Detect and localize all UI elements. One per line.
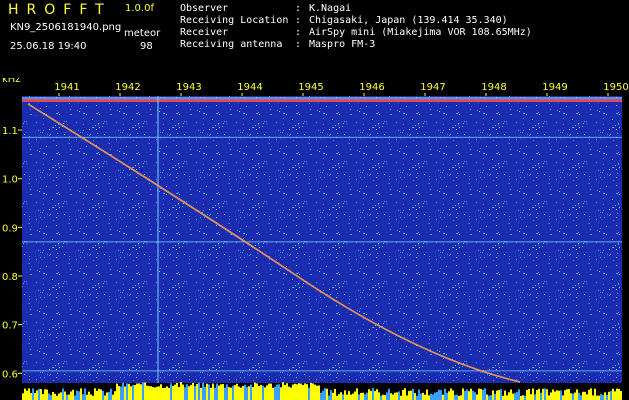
x-tick-label: 1947	[420, 82, 445, 93]
app-version: 1.0.0f	[125, 3, 154, 14]
x-tick-label: 1946	[359, 82, 384, 93]
x-tick-label: 1949	[542, 82, 567, 93]
info-value: Chigasaki, Japan (139.414 35.340)	[309, 15, 508, 26]
file-name: KN9_2506181940.png	[10, 22, 122, 33]
y-tick-label: 1.1	[2, 126, 18, 137]
info-label: Receiving antenna	[180, 39, 283, 50]
x-tick-label: 1943	[176, 82, 201, 93]
info-separator: :	[295, 27, 302, 38]
timestamp: 25.06.18 19:40	[10, 41, 87, 52]
x-tick-label: 1945	[298, 82, 323, 93]
info-row-observer: Observer : K.Nagai	[180, 3, 532, 15]
info-separator: :	[295, 3, 302, 14]
app-title: HROFFT	[8, 2, 112, 18]
header-panel: HROFFT 1.0.0f KN9_2506181940.png meteor …	[0, 0, 629, 78]
y-tick-label: 0.9	[2, 223, 18, 234]
info-label: Receiver	[180, 27, 229, 38]
info-label: Observer	[180, 3, 229, 14]
x-tick-label: 1948	[481, 82, 506, 93]
x-tick-label: 1944	[237, 82, 262, 93]
info-row-location: Receiving Location : Chigasaki, Japan (1…	[180, 15, 532, 27]
station-info: Observer : K.Nagai Receiving Location : …	[180, 3, 532, 51]
y-tick-label: 0.6	[2, 369, 18, 380]
echo-count: 98	[140, 41, 153, 52]
spectrogram-speckle	[22, 96, 622, 383]
info-value: Maspro FM-3	[309, 39, 376, 50]
y-axis-unit: kHz	[2, 78, 21, 85]
spectrogram-svg: 1941 1942 1943 1944 1945 1946 1947 1948 1949 1950…	[0, 78, 629, 400]
info-row-antenna: Receiving antenna : Maspro FM-3	[180, 39, 532, 51]
info-label: Receiving Location	[180, 15, 289, 26]
info-separator: :	[295, 39, 302, 50]
x-tick-label: 1950	[603, 82, 628, 93]
site-tag: meteor	[124, 28, 161, 39]
y-tick-label: 1.0	[2, 175, 18, 186]
x-tick-label: 1942	[115, 82, 140, 93]
x-tick-label: 1941	[54, 82, 79, 93]
spectrogram-panel: 1941 1942 1943 1944 1945 1946 1947 1948 1949 1950…	[0, 78, 629, 400]
carrier-halo	[22, 97, 622, 99]
y-tick-label: 0.8	[2, 272, 18, 283]
info-value: AirSpy mini (Miakejima VOR 108.65MHz)	[309, 27, 532, 38]
spectrogram-noise	[22, 96, 622, 383]
info-separator: :	[295, 15, 302, 26]
info-value: K.Nagai	[309, 3, 352, 14]
y-tick-label: 0.7	[2, 321, 18, 332]
carrier-line	[22, 99, 622, 102]
info-row-receiver: Receiver : AirSpy mini (Miakejima VOR 10…	[180, 27, 532, 39]
